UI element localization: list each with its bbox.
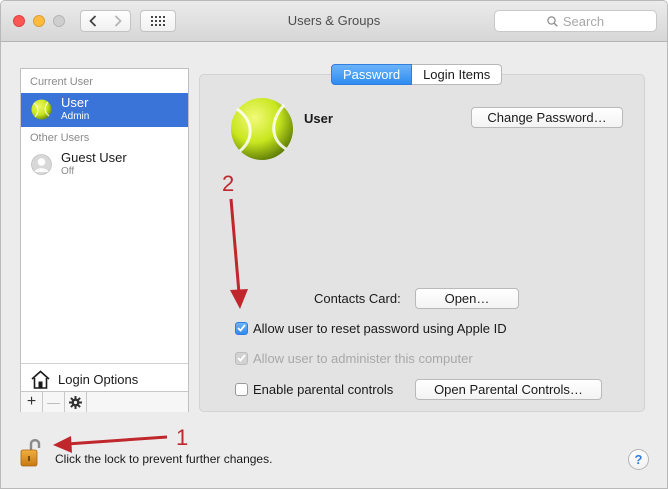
guest-user-status: Off xyxy=(61,166,75,177)
sidebar-button-bar: + — xyxy=(21,391,188,412)
current-user-name: User xyxy=(61,95,89,110)
sidebar-divider xyxy=(21,363,188,364)
parental-controls-option[interactable]: Enable parental controls xyxy=(235,381,393,397)
gear-icon xyxy=(69,395,82,409)
checkmark-icon xyxy=(237,354,246,362)
current-user-header: Current User xyxy=(30,76,93,88)
lock-status-text: Click the lock to prevent further change… xyxy=(55,452,273,466)
user-display-name: User xyxy=(304,111,333,126)
tab-password[interactable]: Password xyxy=(331,64,413,85)
tennis-ball-avatar xyxy=(31,99,52,120)
sidebar-item-current-user[interactable]: User Admin xyxy=(21,93,188,127)
annotation-arrowhead-1 xyxy=(53,436,72,453)
login-options-item[interactable]: Login Options xyxy=(31,369,138,389)
tennis-ball-avatar-large[interactable] xyxy=(230,97,294,161)
administer-computer-option: Allow user to administer this computer xyxy=(235,350,473,366)
remove-user-button[interactable]: — xyxy=(43,392,65,412)
lock-icon[interactable] xyxy=(20,437,42,469)
change-password-button[interactable]: Change Password… xyxy=(471,107,623,128)
search-icon xyxy=(547,15,558,27)
reset-password-apple-id-option[interactable]: Allow user to reset password using Apple… xyxy=(235,320,507,336)
current-user-role: Admin xyxy=(61,111,90,122)
administer-checkbox xyxy=(235,351,248,365)
title-bar: Users & Groups Search xyxy=(1,1,667,42)
checkmark-icon xyxy=(237,324,246,332)
search-placeholder: Search xyxy=(562,13,605,29)
annotation-label-1: 1 xyxy=(176,425,189,450)
annotation-label-2: 2 xyxy=(222,171,235,196)
administer-label: Allow user to administer this computer xyxy=(253,350,473,366)
other-users-header: Other Users xyxy=(30,132,90,144)
contacts-card-label: Contacts Card: xyxy=(314,291,401,306)
search-field[interactable]: Search xyxy=(494,10,657,32)
users-sidebar: Current User User Admin Other Users Gues… xyxy=(20,68,189,412)
login-options-label: Login Options xyxy=(58,371,139,387)
open-contacts-card-button[interactable]: Open… xyxy=(415,288,519,309)
reset-password-checkbox[interactable] xyxy=(235,321,248,335)
house-icon xyxy=(31,369,50,389)
guest-user-name: Guest User xyxy=(61,150,127,165)
add-user-button[interactable]: + xyxy=(21,392,43,412)
tab-login-items[interactable]: Login Items xyxy=(412,64,503,85)
help-button[interactable]: ? xyxy=(628,449,649,470)
sidebar-item-guest-user[interactable]: Guest User Off xyxy=(21,148,188,182)
users-groups-window: Users & Groups Search Current User User … xyxy=(0,0,668,489)
tab-bar: Password Login Items xyxy=(331,64,503,85)
parental-controls-label: Enable parental controls xyxy=(253,381,394,397)
annotation-arrow-1 xyxy=(66,435,168,446)
action-menu-button[interactable] xyxy=(65,392,87,412)
open-parental-controls-button[interactable]: Open Parental Controls… xyxy=(415,379,602,400)
reset-password-label: Allow user to reset password using Apple… xyxy=(253,320,507,336)
parental-controls-checkbox[interactable] xyxy=(235,382,248,396)
guest-avatar-icon xyxy=(31,154,52,175)
